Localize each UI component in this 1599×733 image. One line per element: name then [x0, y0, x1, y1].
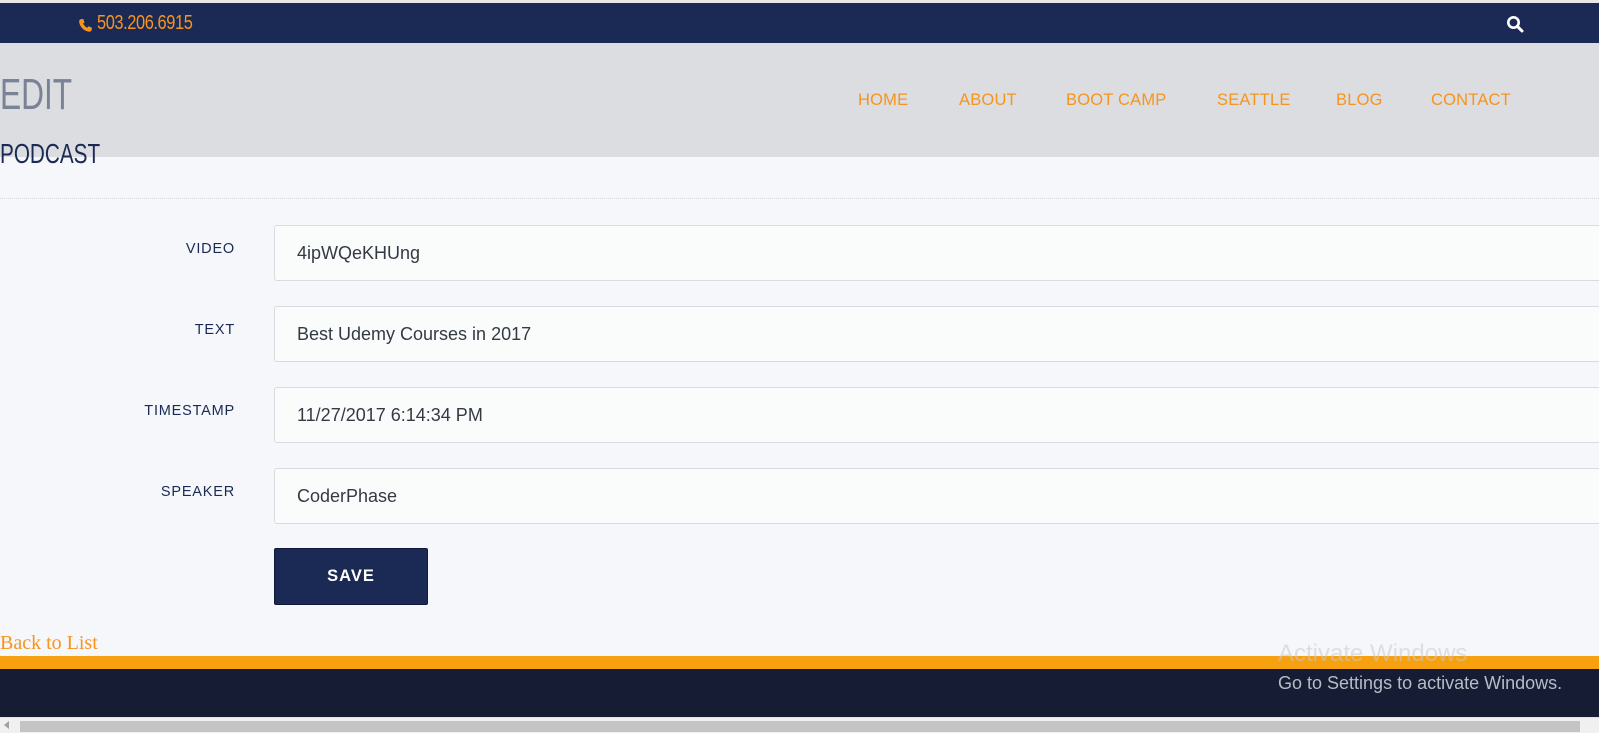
- save-button[interactable]: SAVE: [274, 548, 428, 605]
- phone-icon: [78, 16, 93, 32]
- form-row-speaker: SPEAKER: [0, 468, 1599, 524]
- nav-item-boot-camp[interactable]: BOOT CAMP: [1066, 91, 1167, 110]
- timestamp-label: TIMESTAMP: [144, 403, 235, 419]
- timestamp-input[interactable]: [274, 387, 1599, 443]
- form-row-timestamp: TIMESTAMP: [0, 387, 1599, 443]
- scrollbar-thumb[interactable]: [20, 721, 1580, 732]
- video-input[interactable]: [274, 225, 1599, 281]
- nav-item-blog[interactable]: BLOG: [1336, 91, 1383, 110]
- search-button[interactable]: [1505, 14, 1525, 34]
- search-icon: [1507, 16, 1524, 33]
- site-header: EDIT HOME ABOUT BOOT CAMP SEATTLE BLOG C…: [0, 43, 1599, 157]
- speaker-label: SPEAKER: [160, 484, 235, 500]
- windows-activation-title: Activate Windows: [1278, 640, 1468, 667]
- form-row-text: TEXT: [0, 306, 1599, 362]
- nav-item-contact[interactable]: CONTACT: [1431, 91, 1511, 110]
- top-bar: 503.206.6915: [0, 3, 1599, 43]
- back-to-list-link[interactable]: Back to List: [0, 632, 98, 655]
- main-nav: HOME ABOUT BOOT CAMP SEATTLE BLOG CONTAC…: [0, 91, 1599, 115]
- page-title-podcast: PODCAST: [0, 138, 101, 169]
- divider: [0, 198, 1599, 199]
- phone-contact[interactable]: 503.206.6915: [78, 12, 213, 34]
- video-label: VIDEO: [185, 241, 235, 257]
- nav-item-about[interactable]: ABOUT: [959, 91, 1017, 110]
- page: 503.206.6915 EDIT HOME ABOUT BOOT CAMP S…: [0, 0, 1599, 733]
- nav-item-home[interactable]: HOME: [858, 91, 908, 110]
- nav-item-seattle[interactable]: SEATTLE: [1217, 91, 1291, 110]
- form-row-video: VIDEO: [0, 225, 1599, 281]
- horizontal-scrollbar[interactable]: [0, 717, 1599, 733]
- text-input[interactable]: [274, 306, 1599, 362]
- speaker-input[interactable]: [274, 468, 1599, 524]
- windows-activation-subtitle: Go to Settings to activate Windows.: [1278, 673, 1563, 693]
- phone-number[interactable]: 503.206.6915: [97, 12, 193, 35]
- text-label: TEXT: [194, 322, 235, 338]
- scroll-left-arrow-icon[interactable]: [4, 721, 9, 729]
